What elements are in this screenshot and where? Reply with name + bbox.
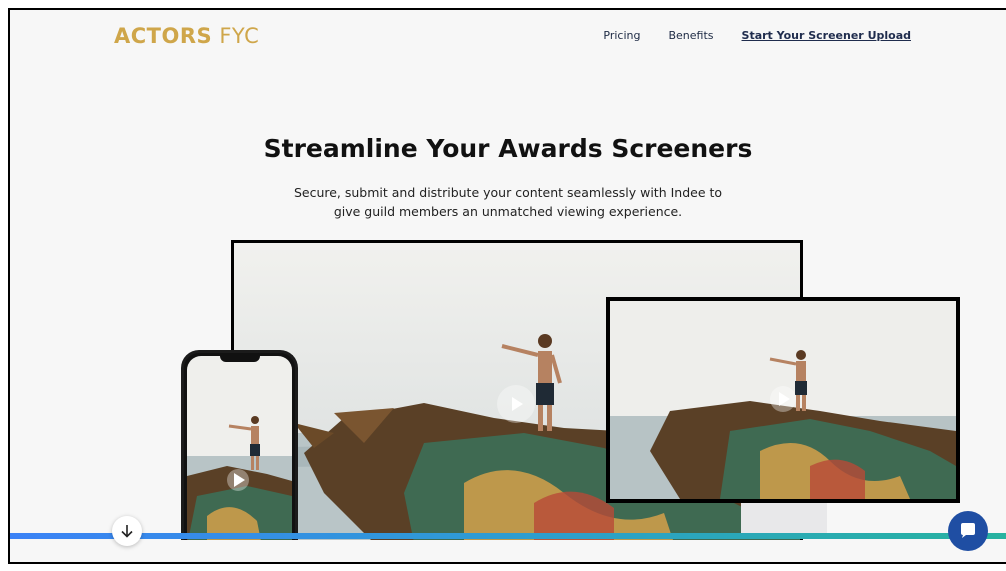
nav-benefits-link[interactable]: Benefits (668, 29, 713, 42)
chat-bubble-icon (961, 523, 975, 538)
hero-subtitle: Secure, submit and distribute your conte… (10, 183, 1006, 221)
section-divider-bar (10, 533, 1006, 539)
nav-pricing-link[interactable]: Pricing (603, 29, 640, 42)
tablet-stand (741, 503, 827, 537)
phone-device-image (181, 350, 298, 540)
hero-title: Streamline Your Awards Screeners (263, 134, 753, 163)
logo-light-text: FYC (219, 24, 260, 48)
tablet-device-image (606, 297, 960, 503)
phone-notch (220, 353, 260, 362)
arrow-down-icon (121, 525, 133, 538)
tablet-screen (610, 301, 956, 499)
monitor-play-icon[interactable] (497, 385, 535, 423)
page-frame: ACTORS FYC Pricing Benefits Start Your S… (8, 8, 1006, 564)
logo-bold-text: ACTORS (114, 24, 213, 48)
phone-scene (187, 356, 292, 540)
phone-screen (187, 356, 292, 540)
chat-launcher-button[interactable] (948, 511, 988, 551)
hero-subtitle-line-1: Secure, submit and distribute your conte… (293, 185, 723, 200)
scroll-down-button[interactable] (112, 516, 142, 546)
nav-start-upload-link[interactable]: Start Your Screener Upload (742, 29, 911, 42)
site-logo[interactable]: ACTORS FYC (114, 24, 259, 48)
phone-play-icon[interactable] (227, 469, 249, 491)
top-nav: Pricing Benefits Start Your Screener Upl… (603, 29, 911, 42)
hero-subtitle-line-2: give guild members an unmatched viewing … (333, 204, 683, 219)
tablet-play-icon[interactable] (770, 386, 796, 412)
